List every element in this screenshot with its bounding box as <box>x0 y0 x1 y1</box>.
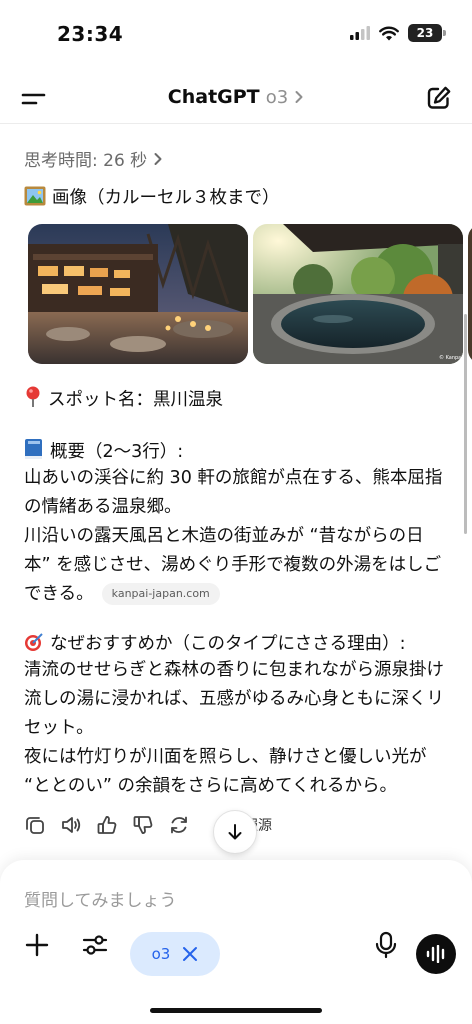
thinking-time-toggle[interactable]: 思考時間: 26 秒 <box>24 146 163 171</box>
model-selector[interactable]: ChatGPT o3 <box>0 86 472 108</box>
source-chip[interactable]: kanpai-japan.com <box>101 583 220 605</box>
wifi-icon <box>379 26 399 40</box>
chevron-right-icon <box>295 91 303 103</box>
thinking-time-label: 思考時間: 26 秒 <box>24 151 148 171</box>
app-title: ChatGPT <box>167 86 260 108</box>
carousel-image-1[interactable] <box>28 224 248 364</box>
direct-hit-icon <box>25 633 43 651</box>
nav-bar: ChatGPT o3 <box>0 72 472 124</box>
scrollbar[interactable] <box>464 314 467 534</box>
image-carousel[interactable]: © Kanpai <box>28 224 472 364</box>
status-time: 23:34 <box>57 22 124 46</box>
voice-wave-icon <box>426 945 445 963</box>
overview-paragraph-2: 川沿いの露天風呂と木造の街並みが “昔ながらの日本” を感じさせ、湯めぐり手形で… <box>24 526 442 605</box>
regenerate-icon[interactable] <box>168 814 190 836</box>
speaker-icon[interactable] <box>60 814 82 836</box>
kurokawa-river-photo <box>28 224 248 364</box>
thumbs-down-icon[interactable] <box>132 814 154 836</box>
voice-mode-button[interactable] <box>416 934 456 974</box>
sliders-icon[interactable] <box>80 930 110 960</box>
cellular-signal-icon <box>350 26 370 40</box>
status-bar: 23:34 23 <box>0 0 472 64</box>
image-heading: 画像（カルーセル３枚まで） <box>24 184 280 209</box>
scroll-to-bottom-button[interactable] <box>213 810 257 854</box>
close-icon[interactable] <box>182 946 198 962</box>
chevron-right-icon <box>154 152 162 165</box>
arrow-down-icon <box>228 824 242 840</box>
spot-name-line: スポット名：黒川温泉 <box>24 386 223 411</box>
battery-indicator: 23 <box>408 24 446 42</box>
composer: 質問してみましょう o3 <box>0 860 472 1024</box>
why-paragraph-1: 清流のせせらぎと森林の香りに包まれながら源泉掛け流しの湯に浸かれば、五感がゆるみ… <box>24 660 444 738</box>
overview-heading: 概要（2〜3行）: <box>24 438 183 463</box>
overview-paragraph-1: 山あいの渓谷に約 30 軒の旅館が点在する、熊本屈指の情緒ある温泉郷。 <box>24 468 443 517</box>
round-pushpin-icon <box>26 386 40 407</box>
message-input[interactable]: 質問してみましょう <box>24 886 177 911</box>
why-paragraph-2: 夜には竹灯りが川面を照らし、静けさと優しい光が “ととのい” の余韻をさらに高め… <box>24 747 427 796</box>
home-indicator[interactable] <box>150 1008 322 1013</box>
model-chip[interactable]: o3 <box>130 932 220 976</box>
model-chip-label: o3 <box>151 945 171 963</box>
open-air-bath-photo: © Kanpai <box>253 224 463 364</box>
plus-icon[interactable] <box>22 930 52 960</box>
carousel-image-3[interactable] <box>468 224 472 364</box>
thumbs-up-icon[interactable] <box>96 814 118 836</box>
status-icons: 23 <box>350 24 446 42</box>
framed-picture-icon <box>24 186 46 206</box>
new-chat-icon[interactable] <box>424 84 454 112</box>
photo-credit: © Kanpai <box>439 354 463 361</box>
model-name: o3 <box>265 87 289 108</box>
copy-icon[interactable] <box>24 814 46 836</box>
blue-book-icon <box>25 439 42 459</box>
carousel-image-2[interactable]: © Kanpai <box>253 224 463 364</box>
chat-content[interactable]: 思考時間: 26 秒 画像（カルーセル３枚まで） © Kanpai スポット名：… <box>0 124 472 860</box>
mic-icon[interactable] <box>372 930 400 960</box>
why-heading: なぜおすすめか（このタイプにささる理由）: <box>24 630 406 655</box>
